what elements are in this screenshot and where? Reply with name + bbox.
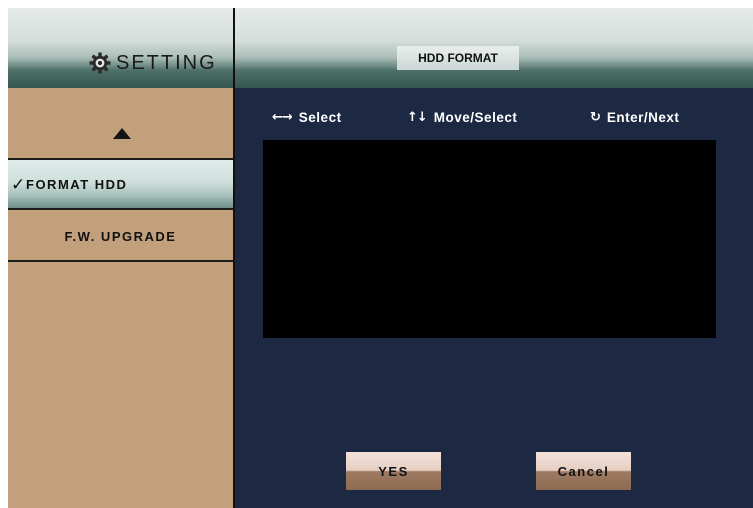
- checkmark-icon: ✓: [11, 175, 26, 195]
- main-panel: HDD FORMAT ←→ Select ↑↓ Move/Select ↻ En…: [235, 8, 753, 508]
- enter-return-icon: ↻: [590, 110, 601, 125]
- hint-enter-next: ↻ Enter/Next: [590, 110, 679, 125]
- sidebar-item-fw-upgrade[interactable]: F.W. UPGRADE: [8, 210, 233, 260]
- left-right-arrows-icon: ←→: [272, 110, 293, 125]
- yes-button[interactable]: YES: [346, 452, 441, 490]
- hint-label: Move/Select: [433, 110, 518, 125]
- sidebar-item-label: F.W. UPGRADE: [64, 229, 177, 244]
- hint-label: Enter/Next: [606, 110, 680, 125]
- key-hints-bar: ←→ Select ↑↓ Move/Select ↻ Enter/Next: [235, 110, 753, 128]
- osd-screen: SETTING ✓ FORMAT HDD F.W. UPGRADE HDD FO…: [8, 8, 753, 508]
- scroll-up-arrow-icon[interactable]: [113, 128, 131, 139]
- sidebar-item-format-hdd[interactable]: ✓ FORMAT HDD: [8, 160, 233, 208]
- sidebar: SETTING ✓ FORMAT HDD F.W. UPGRADE: [8, 8, 233, 508]
- hint-label: Select: [298, 110, 342, 125]
- main-header: HDD FORMAT: [235, 8, 753, 88]
- hint-move-select: ↑↓ Move/Select: [407, 110, 517, 125]
- menu-divider: [8, 260, 233, 262]
- sidebar-header: SETTING: [8, 8, 233, 88]
- sidebar-item-label: FORMAT HDD: [26, 177, 128, 192]
- format-info-box: [263, 140, 716, 338]
- cancel-button[interactable]: Cancel: [536, 452, 631, 490]
- page-title: HDD FORMAT: [397, 46, 519, 70]
- gear-icon: [89, 52, 111, 74]
- up-down-arrows-icon: ↑↓: [407, 110, 428, 125]
- sidebar-title-label: SETTING: [116, 51, 217, 74]
- sidebar-title: SETTING: [88, 51, 217, 75]
- hint-select: ←→ Select: [272, 110, 342, 125]
